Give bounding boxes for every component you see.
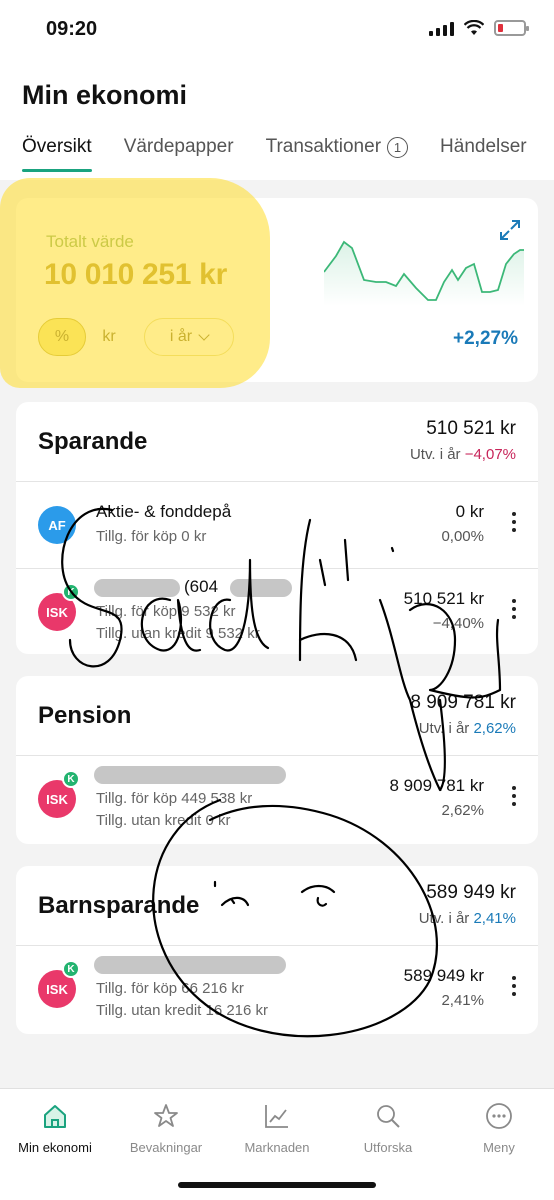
k-badge-icon: K bbox=[62, 770, 80, 788]
section-amount: 589 949 kr bbox=[426, 882, 516, 903]
tab-bar: Översikt Värdepapper Transaktioner 1 Händ… bbox=[22, 136, 527, 172]
available-without-credit: Tillg. utan kredit 16 216 kr bbox=[96, 1002, 269, 1019]
percent-toggle-label: % bbox=[54, 328, 70, 345]
more-options-icon[interactable] bbox=[512, 976, 518, 996]
section-development: Utv. i år 2,62% bbox=[419, 720, 516, 737]
total-change: +2,27% bbox=[453, 328, 518, 349]
development-value: 2,62% bbox=[473, 720, 516, 737]
nav-meny[interactable]: Meny bbox=[444, 1101, 554, 1155]
available-without-credit: Tillg. utan kredit 9 532 kr bbox=[96, 625, 260, 642]
home-indicator bbox=[178, 1182, 376, 1188]
account-row[interactable]: AF Aktie- & fonddepå Tillg. för köp 0 kr… bbox=[16, 482, 538, 568]
tab-handelser[interactable]: Händelser bbox=[440, 136, 527, 158]
nav-min-ekonomi[interactable]: Min ekonomi bbox=[0, 1101, 110, 1155]
more-icon bbox=[486, 1103, 512, 1129]
page-title: Min ekonomi bbox=[22, 80, 188, 110]
account-name-fragment: (604 bbox=[184, 577, 219, 596]
percent-toggle[interactable]: % bbox=[38, 318, 86, 356]
tab-label: Händelser bbox=[440, 136, 527, 157]
tab-label: Transaktioner bbox=[265, 136, 382, 157]
section-amount: 510 521 kr bbox=[426, 418, 516, 439]
search-icon bbox=[377, 1105, 400, 1128]
tab-label: Översikt bbox=[22, 136, 92, 157]
chevron-down-icon bbox=[198, 328, 210, 341]
redacted-name bbox=[94, 766, 286, 784]
total-value: 10 010 251 kr bbox=[44, 258, 227, 291]
available-to-buy: Tillg. för köp 9 532 kr bbox=[96, 603, 236, 620]
section-amount: 8 909 781 kr bbox=[410, 692, 516, 713]
status-icons bbox=[429, 20, 529, 36]
section-development: Utv. i år 2,41% bbox=[419, 910, 516, 927]
account-name: Aktie- & fonddepå bbox=[96, 502, 232, 521]
tab-oversikt[interactable]: Översikt bbox=[22, 136, 92, 172]
redacted-name bbox=[94, 956, 286, 974]
account-row[interactable]: ISK K Tillg. för köp 66 216 kr Tillg. ut… bbox=[16, 946, 538, 1032]
star-icon bbox=[154, 1104, 178, 1127]
signal-icon bbox=[429, 20, 454, 36]
barnsparande-card: Barnsparande 589 949 kr Utv. i år 2,41% … bbox=[16, 866, 538, 1034]
available-to-buy: Tillg. för köp 449 538 kr bbox=[96, 790, 253, 807]
available-to-buy: Tillg. för köp 66 216 kr bbox=[96, 980, 244, 997]
total-value-label: Totalt värde bbox=[46, 232, 134, 251]
development-label: Utv. i år bbox=[409, 446, 461, 463]
available-without-credit: Tillg. utan kredit 0 kr bbox=[96, 812, 231, 829]
account-change: −4,40% bbox=[432, 615, 484, 632]
period-select-label: i år bbox=[169, 328, 193, 345]
more-options-icon[interactable] bbox=[512, 786, 518, 806]
account-amount: 589 949 kr bbox=[403, 966, 484, 985]
account-row[interactable]: ISK K (604 Tillg. för köp 9 532 kr Tillg… bbox=[16, 569, 538, 655]
k-badge-icon: K bbox=[62, 583, 80, 601]
tab-label: Värdepapper bbox=[123, 136, 234, 157]
more-options-icon[interactable] bbox=[512, 599, 518, 619]
account-amount: 0 kr bbox=[455, 502, 484, 521]
wifi-icon bbox=[464, 20, 484, 35]
tab-transaktioner[interactable]: Transaktioner 1 bbox=[265, 136, 409, 158]
nav-marknaden[interactable]: Marknaden bbox=[222, 1101, 332, 1155]
account-change: 2,41% bbox=[441, 992, 484, 1009]
nav-label: Bevakningar bbox=[129, 1140, 203, 1155]
account-amount: 510 521 kr bbox=[403, 589, 484, 608]
section-title: Pension bbox=[38, 702, 132, 729]
home-icon bbox=[44, 1105, 66, 1128]
nav-utforska[interactable]: Utforska bbox=[333, 1101, 443, 1155]
battery-icon bbox=[494, 20, 529, 36]
development-value: 2,41% bbox=[473, 910, 516, 927]
redacted-name bbox=[94, 579, 180, 597]
section-title: Barnsparande bbox=[38, 892, 200, 919]
account-amount: 8 909 781 kr bbox=[389, 776, 484, 795]
redacted-name bbox=[230, 579, 292, 597]
kr-toggle-label: kr bbox=[102, 328, 116, 345]
period-select[interactable]: i år bbox=[144, 318, 234, 356]
available-to-buy: Tillg. för köp 0 kr bbox=[96, 528, 207, 545]
account-change: 0,00% bbox=[441, 528, 484, 545]
section-title: Sparande bbox=[38, 428, 148, 455]
development-value: −4,07% bbox=[464, 446, 516, 463]
expand-icon[interactable] bbox=[498, 218, 522, 242]
nav-label: Min ekonomi bbox=[18, 1140, 92, 1155]
sparkline-chart[interactable] bbox=[324, 220, 524, 306]
account-row[interactable]: ISK K Tillg. för köp 449 538 kr Tillg. u… bbox=[16, 756, 538, 842]
pension-card: Pension 8 909 781 kr Utv. i år 2,62% ISK… bbox=[16, 676, 538, 844]
nav-label: Meny bbox=[483, 1140, 515, 1155]
account-change: 2,62% bbox=[441, 802, 484, 819]
nav-label: Utforska bbox=[363, 1140, 413, 1155]
status-bar: 09:20 bbox=[0, 0, 554, 64]
k-badge-icon: K bbox=[62, 960, 80, 978]
status-time: 09:20 bbox=[46, 18, 98, 40]
section-development: Utv. i år −4,07% bbox=[410, 446, 516, 463]
nav-bevakningar[interactable]: Bevakningar bbox=[111, 1101, 221, 1155]
tab-vardepapper[interactable]: Värdepapper bbox=[124, 136, 234, 158]
notification-badge: 1 bbox=[387, 136, 409, 158]
nav-label: Marknaden bbox=[244, 1140, 310, 1155]
page-header: Min ekonomi Översikt Värdepapper Transak… bbox=[0, 64, 554, 180]
overview-card[interactable]: Totalt värde 10 010 251 kr % kr i år +2,… bbox=[0, 178, 538, 388]
account-avatar: AF bbox=[38, 506, 76, 544]
development-label: Utv. i år bbox=[418, 720, 470, 737]
kr-toggle[interactable]: kr bbox=[86, 318, 132, 356]
more-options-icon[interactable] bbox=[512, 512, 518, 532]
chart-icon bbox=[265, 1105, 288, 1128]
sparande-card: Sparande 510 521 kr Utv. i år −4,07% AF … bbox=[16, 402, 538, 654]
development-label: Utv. i år bbox=[418, 910, 470, 927]
